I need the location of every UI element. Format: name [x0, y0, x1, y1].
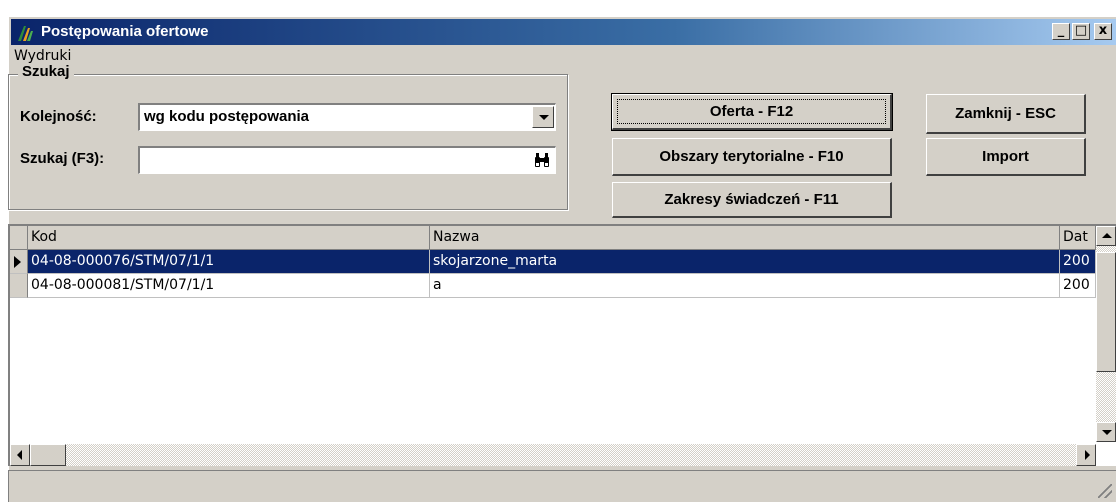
offer-button-label: Oferta - F12 [709, 103, 794, 120]
search-input[interactable] [138, 146, 556, 174]
cell-nazwa[interactable]: a [430, 274, 1060, 298]
title-bar[interactable]: Postępowania ofertowe _ □ x [11, 19, 1116, 45]
scroll-right-button[interactable] [1076, 444, 1096, 466]
order-combobox[interactable]: wg kodu postępowania [138, 103, 556, 131]
app-icon [18, 26, 33, 41]
search-group-title: Szukaj [18, 63, 74, 80]
order-combobox-value: wg kodu postępowania [144, 108, 310, 125]
grid-header-kod[interactable]: Kod [28, 226, 430, 250]
close-esc-button-label: Zamknij - ESC [955, 105, 1056, 122]
chevron-down-icon[interactable] [532, 106, 554, 128]
scroll-down-button[interactable] [1096, 422, 1116, 442]
grid-header-nazwa[interactable]: Nazwa [430, 226, 1060, 250]
territorial-areas-button-label: Obszary terytorialne - F10 [659, 148, 844, 165]
vertical-scrollbar[interactable] [1096, 226, 1116, 442]
service-ranges-button-label: Zakresy świadczeń - F11 [664, 191, 839, 208]
row-indicator [10, 274, 28, 298]
search-groupbox [8, 74, 568, 210]
grid-header-data[interactable]: Dat [1060, 226, 1096, 250]
window-title: Postępowania ofertowe [41, 23, 209, 40]
service-ranges-button[interactable]: Zakresy świadczeń - F11 [612, 182, 892, 218]
order-label: Kolejność: [20, 108, 97, 125]
offer-button[interactable]: Oferta - F12 [611, 93, 893, 131]
scroll-left-button[interactable] [10, 444, 30, 466]
cell-data[interactable]: 200 [1060, 250, 1096, 274]
status-bar [8, 470, 1116, 502]
close-window-button[interactable]: x [1094, 23, 1112, 40]
arrow-up-icon [1102, 233, 1112, 238]
minimize-button[interactable]: _ [1052, 23, 1070, 40]
row-indicator [10, 250, 28, 274]
horizontal-scroll-thumb[interactable] [30, 444, 66, 466]
table-row[interactable]: 04-08-000081/STM/07/1/1 a 200 [10, 274, 1096, 298]
binoculars-icon[interactable] [533, 152, 551, 168]
grid-header-indicator [10, 226, 28, 250]
import-button-label: Import [982, 148, 1029, 165]
results-grid[interactable]: Kod Nazwa Dat 04-08-000076/STM/07/1/1 sk… [8, 224, 1116, 466]
search-label: Szukaj (F3): [20, 150, 105, 167]
maximize-button[interactable]: □ [1072, 23, 1090, 40]
cell-kod[interactable]: 04-08-000081/STM/07/1/1 [28, 274, 430, 298]
current-row-arrow-icon [14, 256, 21, 268]
resize-grip-icon[interactable] [1098, 484, 1112, 498]
cell-data[interactable]: 200 [1060, 274, 1096, 298]
cell-nazwa[interactable]: skojarzone_marta [430, 250, 1060, 274]
close-esc-button[interactable]: Zamknij - ESC [926, 94, 1086, 134]
horizontal-scrollbar[interactable] [10, 444, 1096, 466]
scroll-up-button[interactable] [1096, 226, 1116, 246]
cell-kod[interactable]: 04-08-000076/STM/07/1/1 [28, 250, 430, 274]
import-button[interactable]: Import [926, 138, 1086, 176]
arrow-left-icon [17, 450, 22, 460]
arrow-down-icon [1102, 430, 1112, 435]
territorial-areas-button[interactable]: Obszary terytorialne - F10 [612, 138, 892, 176]
table-row[interactable]: 04-08-000076/STM/07/1/1 skojarzone_marta… [10, 250, 1096, 274]
vertical-scroll-thumb[interactable] [1096, 252, 1116, 372]
arrow-right-icon [1085, 450, 1090, 460]
